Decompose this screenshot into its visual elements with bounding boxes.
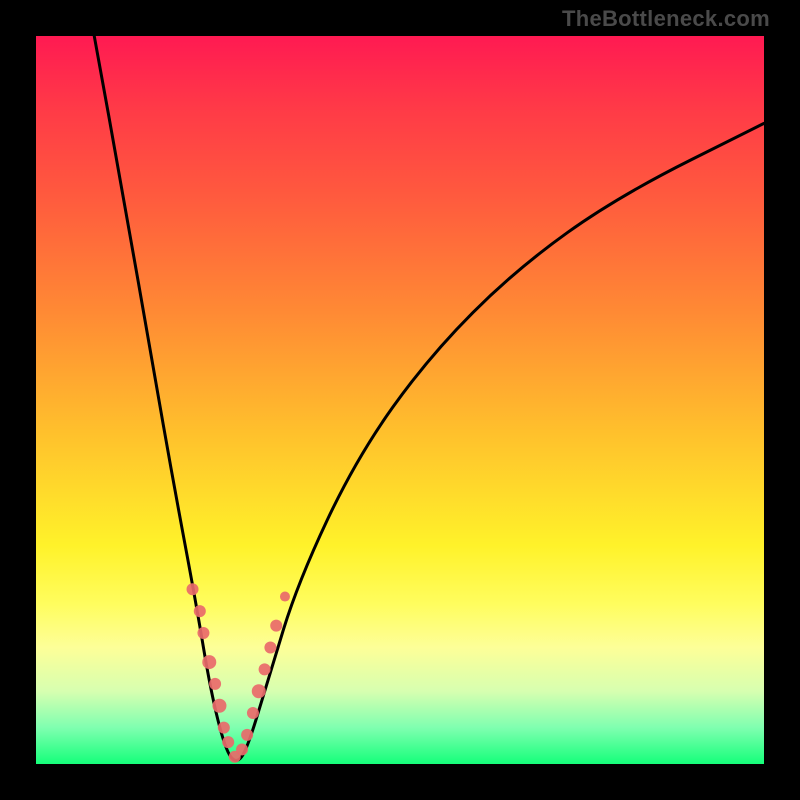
curve-path — [94, 36, 764, 760]
scatter-point — [252, 684, 266, 698]
scatter-point — [194, 605, 206, 617]
scatter-point — [212, 699, 226, 713]
scatter-point — [202, 655, 216, 669]
bottleneck-curve — [94, 36, 764, 760]
scatter-point — [209, 678, 221, 690]
scatter-point — [247, 707, 259, 719]
scatter-point — [187, 583, 199, 595]
scatter-point — [241, 729, 253, 741]
scatter-point — [259, 663, 271, 675]
scatter-point — [236, 743, 248, 755]
scatter-point — [197, 627, 209, 639]
scatter-point — [222, 736, 234, 748]
scatter-point — [218, 722, 230, 734]
scatter-point — [270, 620, 282, 632]
scatter-points — [187, 583, 290, 762]
scatter-point — [280, 592, 290, 602]
scatter-point — [264, 642, 276, 654]
chart-svg-layer — [0, 0, 800, 800]
